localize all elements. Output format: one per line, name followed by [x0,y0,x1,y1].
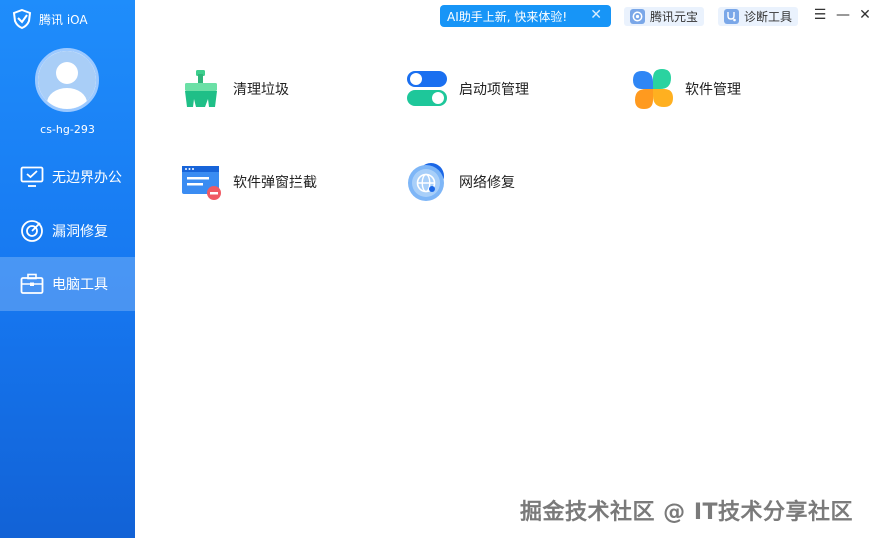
ai-promo-banner[interactable]: AI助手上新, 快来体验! ✕ [440,5,611,27]
tool-label: 软件弹窗拦截 [233,175,317,191]
tool-clean-junk[interactable]: 清理垃圾 [181,69,289,109]
ioa-logo-icon [12,9,32,29]
yuanbao-icon [630,9,645,24]
diagnose-tool-button[interactable]: 诊断工具 [718,7,799,26]
user-name: cs-hg-293 [40,123,95,136]
watermark: 掘金技术社区 @ IT技术分享社区 [520,500,854,525]
sidebar-item-borderless-office[interactable]: 无边界办公 [0,150,135,204]
monitor-check-icon [20,165,44,189]
sidebar-item-label: 电脑工具 [52,277,108,293]
sidebar: 腾讯 iOA cs-hg-293 无边界办公 漏洞修复 电脑工具 [0,0,135,538]
sidebar-item-label: 无边界办公 [52,170,122,186]
radar-icon [20,219,44,243]
tool-software-manager[interactable]: 软件管理 [633,69,741,109]
app-name: 腾讯 iOA [39,12,88,27]
brand: 腾讯 iOA [12,9,88,29]
close-icon[interactable]: ✕ [590,7,602,23]
broom-icon [181,69,221,109]
menu-icon[interactable]: ☰ [811,5,829,25]
diagnose-label: 诊断工具 [744,10,793,24]
toggle-icon [407,69,447,109]
close-window-icon[interactable]: ✕ [856,5,874,25]
sidebar-item-computer-tools[interactable]: 电脑工具 [0,257,135,311]
popup-block-icon [181,162,221,202]
toolbox-icon [20,272,44,296]
yuanbao-button[interactable]: 腾讯元宝 [624,7,705,26]
tool-label: 启动项管理 [459,82,529,98]
minimize-icon[interactable]: — [834,5,852,25]
tool-label: 软件管理 [685,82,741,98]
avatar[interactable] [35,48,99,112]
tool-label: 网络修复 [459,175,515,191]
yuanbao-label: 腾讯元宝 [650,10,699,24]
sidebar-item-label: 漏洞修复 [52,224,108,240]
user-silhouette-icon [47,62,87,109]
tool-startup-manager[interactable]: 启动项管理 [407,69,529,109]
sidebar-item-vulnerability-fix[interactable]: 漏洞修复 [0,204,135,258]
tool-network-repair[interactable]: 网络修复 [407,162,515,202]
globe-icon [407,162,447,202]
clover-icon [633,69,673,109]
stethoscope-icon [724,9,739,24]
tool-popup-blocker[interactable]: 软件弹窗拦截 [181,162,317,202]
promo-text: AI助手上新, 快来体验! [447,9,568,24]
tool-label: 清理垃圾 [233,82,289,98]
